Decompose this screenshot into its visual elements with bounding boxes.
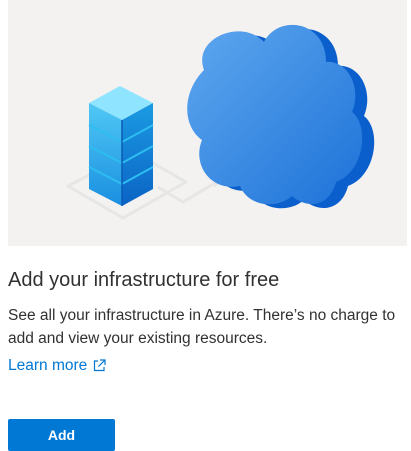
cloud-icon	[187, 24, 375, 209]
learn-more-label: Learn more	[8, 357, 88, 374]
card-description: See all your infrastructure in Azure. Th…	[8, 307, 396, 347]
server-icon	[88, 86, 154, 206]
add-button[interactable]: Add	[8, 419, 115, 451]
hero-art	[66, 24, 375, 220]
hero-illustration	[8, 0, 407, 246]
card-title: Add your infrastructure for free	[8, 269, 280, 291]
learn-more-link[interactable]: Learn more	[8, 354, 106, 377]
external-link-icon	[94, 359, 106, 372]
